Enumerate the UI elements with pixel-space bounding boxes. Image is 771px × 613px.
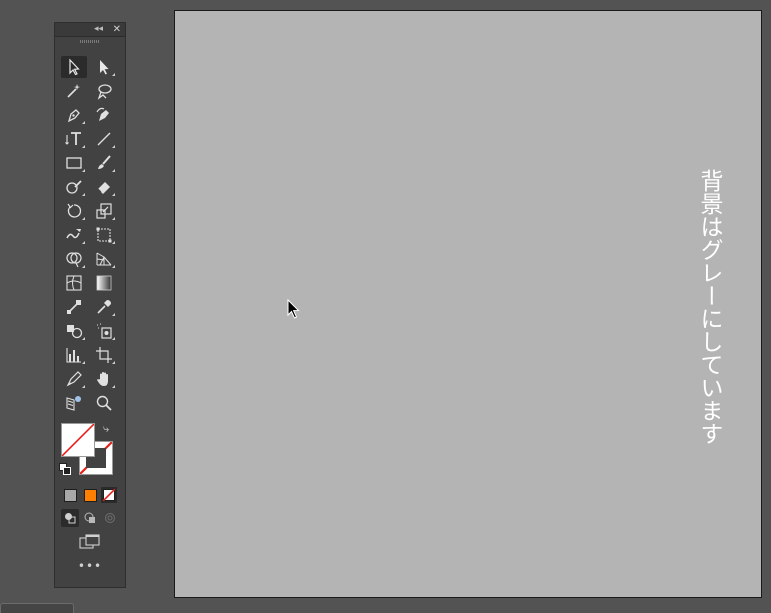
eyedropper-icon <box>97 300 111 314</box>
close-panel-icon[interactable]: ✕ <box>113 23 121 36</box>
type-tool[interactable] <box>61 128 87 150</box>
selection-tool[interactable] <box>61 56 87 78</box>
hand-icon <box>97 372 108 386</box>
curvature-pen-icon <box>96 107 109 121</box>
direct-selection-icon <box>100 60 109 75</box>
gradient-icon <box>96 275 112 291</box>
panel-grip[interactable] <box>80 40 100 43</box>
color-mode-button[interactable] <box>62 487 78 503</box>
draw-inside-icon <box>105 513 115 523</box>
slice-tool[interactable] <box>91 344 117 366</box>
type-icon <box>65 132 81 145</box>
swap-fill-stroke-icon[interactable]: ⤷ <box>103 422 109 436</box>
line-segment-tool[interactable] <box>91 128 117 150</box>
perspective-grid-tool[interactable] <box>91 248 117 270</box>
shaper-tool[interactable] <box>61 176 87 198</box>
line-segment-icon <box>97 132 111 146</box>
slice-icon <box>66 371 82 387</box>
gradient-tool[interactable] <box>91 272 117 294</box>
collapse-panel-icon[interactable]: ◂◂ <box>94 23 103 36</box>
live-paint-bucket-tool[interactable] <box>61 320 87 342</box>
warp-icon <box>66 229 81 239</box>
pen-icon <box>67 109 80 123</box>
blend-tool[interactable] <box>61 296 87 318</box>
paintbrush-icon <box>98 155 111 169</box>
rectangle-tool[interactable] <box>61 152 87 174</box>
fill-swatch[interactable] <box>61 423 95 457</box>
tools-panel-header[interactable]: ◂◂ ✕ <box>55 23 125 37</box>
screen-mode-icon <box>79 534 100 549</box>
rotate-icon <box>67 203 82 218</box>
mesh-icon <box>66 275 82 291</box>
artboard-tool[interactable] <box>91 320 117 342</box>
shaper-icon <box>66 180 82 194</box>
rotate-tool[interactable] <box>61 200 87 222</box>
change-screen-mode-button[interactable] <box>77 531 103 553</box>
magic-wand-icon <box>67 84 80 98</box>
shape-builder-icon <box>66 252 82 268</box>
live-paint-bucket-icon <box>67 325 83 339</box>
print-tiling-icon <box>66 396 81 411</box>
direct-selection-tool[interactable] <box>91 56 117 78</box>
blend-icon <box>67 300 81 314</box>
paintbrush-tool[interactable] <box>91 152 117 174</box>
scale-tool[interactable] <box>91 200 117 222</box>
column-graph-tool[interactable] <box>61 344 87 366</box>
curvature-tool[interactable] <box>91 104 117 126</box>
mouse-cursor-icon <box>287 299 300 319</box>
artboard-icon <box>96 347 112 363</box>
hand-tool[interactable] <box>91 368 117 390</box>
draw-normal-button[interactable] <box>61 509 79 527</box>
none-fill-slash <box>62 424 94 456</box>
slice-knife-tool[interactable] <box>61 368 87 390</box>
shape-builder-tool[interactable] <box>61 248 87 270</box>
none-icon <box>103 489 115 501</box>
draw-inside-button[interactable] <box>101 509 119 527</box>
fill-stroke-control: ⤷ <box>59 421 119 479</box>
status-bar-tab[interactable] <box>0 603 74 613</box>
rectangle-icon <box>66 157 82 169</box>
tools-panel: ◂◂ ✕ ⤷ ••• <box>54 22 126 588</box>
artboard-canvas[interactable]: 背景はグレーにしています <box>174 10 762 598</box>
lasso-icon <box>97 84 112 100</box>
scale-icon <box>96 203 112 219</box>
free-transform-icon <box>96 227 112 243</box>
selection-arrow-icon <box>69 58 80 76</box>
warp-tool[interactable] <box>61 224 87 246</box>
edit-toolbar-button[interactable]: ••• <box>55 559 125 573</box>
pen-tool[interactable] <box>61 104 87 126</box>
symbol-sprayer-icon <box>97 323 112 339</box>
none-mode-button[interactable] <box>101 487 117 503</box>
gradient-mode-button[interactable] <box>82 487 98 503</box>
eyedropper-tool[interactable] <box>91 296 117 318</box>
draw-behind-button[interactable] <box>81 509 99 527</box>
column-graph-icon <box>66 348 81 363</box>
default-fill-stroke-icon[interactable] <box>59 463 71 475</box>
magic-wand-tool[interactable] <box>61 80 87 102</box>
draw-normal-icon <box>65 513 76 524</box>
eraser-tool[interactable] <box>91 176 117 198</box>
mesh-tool[interactable] <box>61 272 87 294</box>
zoom-icon <box>96 395 112 411</box>
canvas-vertical-text[interactable]: 背景はグレーにしています <box>696 169 722 445</box>
lasso-tool[interactable] <box>91 80 117 102</box>
draw-behind-icon <box>84 512 95 523</box>
perspective-grid-icon <box>96 252 112 266</box>
free-transform-tool[interactable] <box>91 224 117 246</box>
eraser-icon <box>97 182 110 194</box>
puppet-warp-tool[interactable] <box>61 392 87 414</box>
zoom-tool[interactable] <box>91 392 117 414</box>
